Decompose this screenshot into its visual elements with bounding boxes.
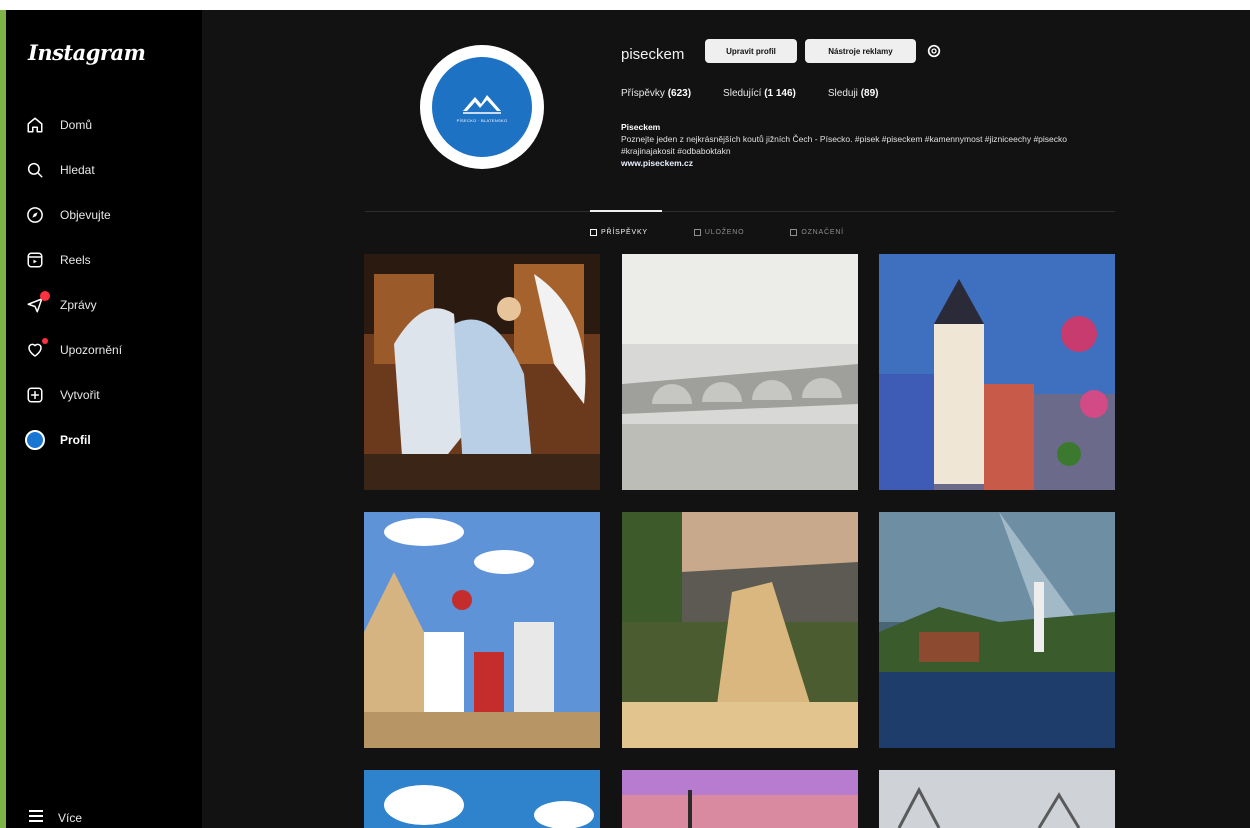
mountain-logo-icon [463,95,501,114]
sidebar-item-messages[interactable]: Zprávy [24,282,194,327]
grid-icon [590,229,597,236]
post-thumbnail[interactable] [879,770,1115,828]
post-thumbnail[interactable] [364,254,600,490]
create-icon [24,384,46,406]
tag-icon [790,229,798,236]
avatar-icon [24,429,46,451]
sidebar-item-label: Hledat [60,162,95,177]
sidebar-item-reels[interactable]: Reels [24,237,194,282]
profile-username: piseckem [621,46,685,63]
sidebar-item-search[interactable]: Hledat [24,147,194,192]
ad-tools-button[interactable]: Nástroje reklamy [805,39,916,63]
heart-icon [24,337,48,361]
home-icon [24,114,46,136]
tab-saved[interactable]: ULOŽENO [693,229,744,236]
tab-tagged[interactable]: OZNAČENÍ [790,229,844,236]
sidebar-item-profile[interactable]: Profil [24,417,194,462]
reels-icon [24,249,46,271]
post-thumbnail[interactable] [879,512,1115,748]
stat-posts[interactable]: Příspěvky (623) [621,88,691,99]
post-thumbnail[interactable] [364,770,600,828]
tabs-divider [365,211,1115,212]
sidebar-item-label: Vytvořit [60,387,100,402]
sidebar-item-create[interactable]: Vytvořit [24,372,194,417]
instagram-logo[interactable]: Instagram [28,40,146,65]
bio-link[interactable]: www.piseckem.cz [621,157,1101,169]
notification-badge [40,290,50,301]
settings-gear-icon[interactable] [926,43,942,59]
compass-icon [24,204,46,226]
messenger-icon [24,290,50,316]
stat-followers[interactable]: Sledující (1 146) [723,88,796,99]
post-thumbnail[interactable] [364,512,600,748]
post-thumbnail[interactable] [622,770,858,828]
active-tab-indicator [590,210,662,212]
profile-tabs: PŘÍSPĚVKY ULOŽENO OZNAČENÍ [590,229,890,236]
profile-avatar[interactable]: PÍSECKO · BLATENSKO [420,45,544,169]
avatar-caption: PÍSECKO · BLATENSKO [456,118,508,123]
profile-stats: Příspěvky (623) Sledující (1 146) Sleduj… [621,88,910,99]
sidebar-item-label: Objevujte [60,207,111,222]
stat-following[interactable]: Sleduji (89) [828,88,879,99]
sidebar-item-label: Více [58,811,83,825]
sidebar-item-label: Upozornění [60,342,123,357]
profile-logo: PÍSECKO · BLATENSKO [432,57,532,157]
sidebar-nav: Domů Hledat Objevujte Reels Zprávy Upozo… [24,102,194,462]
bookmark-icon [693,229,701,236]
sidebar-item-label: Reels [60,252,91,267]
tab-posts[interactable]: PŘÍSPĚVKY [590,229,648,236]
menu-icon [28,809,44,828]
notification-badge [42,337,48,344]
sidebar-item-explore[interactable]: Objevujte [24,192,194,237]
bio-text: Poznejte jeden z nejkrásnějších koutů ji… [621,134,1068,156]
sidebar-item-notifications[interactable]: Upozornění [24,327,194,372]
post-thumbnail[interactable] [879,254,1115,490]
edit-profile-button[interactable]: Upravit profil [705,39,797,63]
search-icon [24,159,46,181]
sidebar-item-label: Domů [60,117,93,132]
sidebar-item-home[interactable]: Domů [24,102,194,147]
profile-bio: Piseckem Poznejte jeden z nejkrásnějších… [621,121,1101,169]
sidebar-item-more[interactable]: Více [28,808,82,828]
post-thumbnail[interactable] [622,512,858,748]
sidebar-item-label: Zprávy [60,297,97,312]
sidebar-item-label: Profil [60,432,91,447]
bio-name: Piseckem [621,122,661,132]
post-thumbnail[interactable] [622,254,858,490]
sidebar: Instagram Domů Hledat Objevujte Reels Zp… [6,10,202,828]
